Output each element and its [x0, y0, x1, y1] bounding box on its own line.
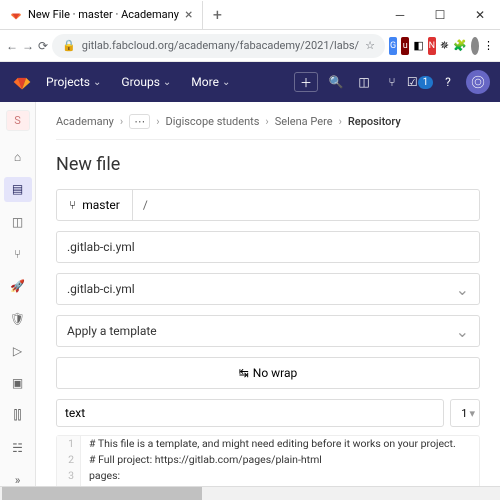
sidebar-operations-icon[interactable]: ▷: [4, 339, 32, 363]
bookmark-star-icon[interactable]: ☆: [365, 39, 375, 52]
forward-button[interactable]: →: [22, 35, 34, 57]
window-maximize-icon[interactable]: ☐: [420, 0, 460, 30]
branch-selector-row: ⑂ master /: [56, 189, 480, 221]
extension-icon[interactable]: G: [389, 37, 397, 55]
nav-projects[interactable]: Projects: [38, 71, 109, 93]
path-display: /: [133, 198, 158, 212]
sidebar-home-icon[interactable]: ⌂: [4, 145, 32, 169]
sidebar-merge-icon[interactable]: ⑂: [4, 242, 32, 266]
syntax-mode-select[interactable]: text: [56, 399, 444, 427]
project-sidebar: S ⌂ ▤ ◫ ⑂ 🚀 🛡 ▷ ▣ ⫿⫿ ☵ »: [0, 102, 36, 500]
page-title: New file: [56, 154, 480, 175]
breadcrumb-group[interactable]: Digiscope students: [166, 115, 260, 128]
breadcrumbs: Academany › ⋯ › Digiscope students › Sel…: [56, 114, 480, 140]
template-type-select[interactable]: .gitlab-ci.yml: [56, 273, 480, 305]
tab-title: New File · master · Academany: [28, 8, 179, 21]
nav-plus-icon[interactable]: ＋: [294, 72, 318, 92]
reload-button[interactable]: ⟳: [38, 35, 48, 57]
apply-template-select[interactable]: Apply a template: [56, 315, 480, 347]
extensions-menu-icon[interactable]: ✵: [440, 37, 449, 55]
window-close-icon[interactable]: ✕: [460, 0, 500, 30]
nav-search-icon[interactable]: 🔍: [326, 72, 346, 92]
extension-icon-2[interactable]: ◧: [413, 37, 423, 55]
tab-close-icon[interactable]: ×: [185, 7, 192, 23]
project-avatar[interactable]: S: [6, 110, 30, 131]
window-minimize-icon[interactable]: ─: [380, 0, 420, 30]
branch-icon: ⑂: [69, 198, 76, 212]
nav-user-avatar[interactable]: [466, 70, 490, 94]
nowrap-button[interactable]: ↹ No wrap: [56, 357, 480, 389]
nav-merge-icon[interactable]: ⑂: [382, 72, 402, 92]
sidebar-ci-icon[interactable]: 🚀: [4, 274, 32, 298]
breadcrumb-root[interactable]: Academany: [56, 115, 114, 128]
filename-input[interactable]: .gitlab-ci.yml: [56, 231, 480, 263]
scrollbar-thumb[interactable]: [2, 487, 202, 500]
sidebar-security-icon[interactable]: 🛡: [4, 306, 32, 330]
lock-icon: 🔒: [62, 39, 76, 52]
puzzle-icon[interactable]: 🧩: [453, 37, 467, 55]
address-bar[interactable]: 🔒 gitlab.fabcloud.org/academany/fabacade…: [52, 34, 385, 58]
gitlab-navbar: Projects Groups More ＋ 🔍 ◫ ⑂ ☑1 ?: [0, 62, 500, 102]
gitlab-favicon: [10, 9, 22, 21]
browser-tab[interactable]: New File · master · Academany ×: [0, 1, 203, 29]
browser-urlbar: ← → ⟳ 🔒 gitlab.fabcloud.org/academany/fa…: [0, 30, 500, 62]
url-text: gitlab.fabcloud.org/academany/fabacademy…: [82, 39, 359, 52]
sidebar-repository-icon[interactable]: ▤: [4, 177, 32, 201]
extension-n-icon[interactable]: N: [428, 37, 436, 55]
browser-titlebar: New File · master · Academany × + ─ ☐ ✕: [0, 0, 500, 30]
nav-issues-icon[interactable]: ◫: [354, 72, 374, 92]
mode-num-input[interactable]: 1▾: [450, 399, 480, 427]
sidebar-issues-icon[interactable]: ◫: [4, 210, 32, 234]
sidebar-packages-icon[interactable]: ▣: [4, 371, 32, 395]
nav-more[interactable]: More: [183, 71, 238, 93]
new-tab-button[interactable]: +: [203, 5, 231, 24]
sidebar-analytics-icon[interactable]: ⫿⫿: [4, 403, 32, 427]
nowrap-icon: ↹: [239, 366, 249, 380]
sidebar-wiki-icon[interactable]: ☵: [4, 435, 32, 459]
breadcrumb-user[interactable]: Selena Pere: [275, 115, 333, 128]
browser-menu-icon[interactable]: ⋮: [483, 37, 494, 55]
breadcrumb-current: Repository: [348, 115, 401, 128]
nav-groups[interactable]: Groups: [113, 71, 179, 93]
branch-selector[interactable]: ⑂ master: [57, 190, 133, 220]
horizontal-scrollbar[interactable]: [0, 486, 500, 500]
gitlab-logo-icon[interactable]: [10, 70, 34, 94]
profile-avatar-icon[interactable]: [471, 37, 479, 55]
nav-help-icon[interactable]: ?: [438, 72, 458, 92]
breadcrumb-ellipsis[interactable]: ⋯: [129, 114, 150, 129]
extension-ublock-icon[interactable]: u: [401, 37, 409, 55]
main-content: Academany › ⋯ › Digiscope students › Sel…: [36, 102, 500, 500]
back-button[interactable]: ←: [6, 35, 18, 57]
nav-todos-icon[interactable]: ☑1: [410, 72, 430, 92]
